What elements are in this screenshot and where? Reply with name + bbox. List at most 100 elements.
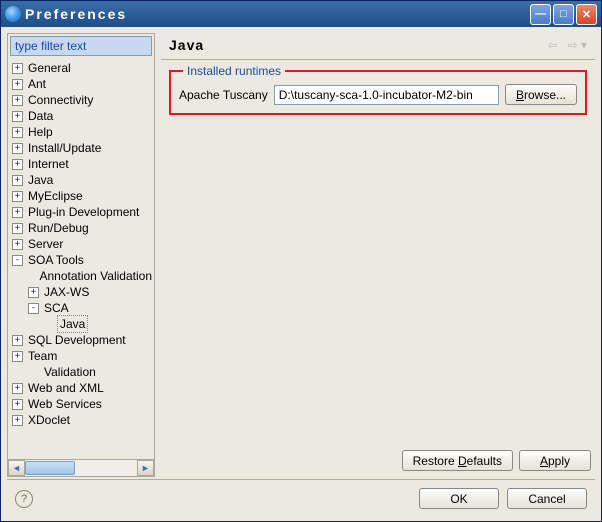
filter-input[interactable] [10, 36, 152, 56]
collapse-icon[interactable]: - [28, 303, 39, 314]
left-panel: +General+Ant+Connectivity+Data+Help+Inst… [7, 33, 155, 477]
tree-label: Install/Update [26, 140, 103, 156]
tree-label: JAX-WS [42, 284, 91, 300]
app-icon [5, 6, 21, 22]
tree-label: Web and XML [26, 380, 106, 396]
tree-item-plug-in-development[interactable]: +Plug-in Development [8, 204, 154, 220]
expand-icon[interactable]: + [12, 79, 23, 90]
expand-icon[interactable]: + [12, 351, 23, 362]
tree-item-run-debug[interactable]: +Run/Debug [8, 220, 154, 236]
tree-label: SCA [42, 300, 71, 316]
tree-item-annotation-validation[interactable]: Annotation Validation [8, 268, 154, 284]
tree-label: SOA Tools [26, 252, 86, 268]
page-content: Installed runtimes Apache Tuscany Browse… [161, 62, 595, 444]
tree-label: Help [26, 124, 55, 140]
tree-label: Validation [42, 364, 98, 380]
client-area: +General+Ant+Connectivity+Data+Help+Inst… [1, 27, 601, 521]
expand-icon[interactable]: + [28, 287, 39, 298]
scroll-right-button[interactable]: ► [137, 460, 154, 476]
collapse-icon[interactable]: - [12, 255, 23, 266]
minimize-button[interactable]: — [530, 4, 551, 25]
expand-icon[interactable]: + [12, 191, 23, 202]
scroll-track[interactable] [25, 460, 137, 476]
tree-item-data[interactable]: +Data [8, 108, 154, 124]
tree-item-web-services[interactable]: +Web Services [8, 396, 154, 412]
tree-item-java[interactable]: +Java [8, 172, 154, 188]
tree-label: SQL Development [26, 332, 128, 348]
tree-item-general[interactable]: +General [8, 60, 154, 76]
installed-runtimes-group: Installed runtimes Apache Tuscany Browse… [169, 70, 587, 115]
expand-icon[interactable]: + [12, 399, 23, 410]
tree-item-java[interactable]: Java [8, 316, 154, 332]
close-button[interactable]: ✕ [576, 4, 597, 25]
no-expander [28, 367, 39, 378]
expand-icon[interactable]: + [12, 111, 23, 122]
horizontal-scrollbar[interactable]: ◄ ► [8, 459, 154, 476]
expand-icon[interactable]: + [12, 143, 23, 154]
expand-icon[interactable]: + [12, 207, 23, 218]
tree-label: XDoclet [26, 412, 72, 428]
tree-label: MyEclipse [26, 188, 85, 204]
nav-arrows: ⇦ ⇨ ▾ [548, 38, 587, 52]
tree-item-sca[interactable]: -SCA [8, 300, 154, 316]
group-legend: Installed runtimes [183, 64, 285, 78]
expand-icon[interactable]: + [12, 335, 23, 346]
ok-button[interactable]: OK [419, 488, 499, 509]
tree-label: Java [58, 316, 87, 332]
runtime-path-input[interactable] [274, 85, 499, 105]
separator [161, 59, 595, 60]
tree-label: Connectivity [26, 92, 95, 108]
tree-item-server[interactable]: +Server [8, 236, 154, 252]
expand-icon[interactable]: + [12, 63, 23, 74]
tree-item-myeclipse[interactable]: +MyEclipse [8, 188, 154, 204]
footer-separator [7, 479, 595, 480]
tree-item-connectivity[interactable]: +Connectivity [8, 92, 154, 108]
forward-arrow-icon[interactable]: ⇨ ▾ [568, 38, 587, 52]
tree-label: Internet [26, 156, 71, 172]
back-arrow-icon[interactable]: ⇦ [548, 38, 558, 52]
expand-icon[interactable]: + [12, 159, 23, 170]
tree-item-ant[interactable]: +Ant [8, 76, 154, 92]
tree-label: Server [26, 236, 65, 252]
apply-button[interactable]: Apply [519, 450, 591, 471]
scroll-left-button[interactable]: ◄ [8, 460, 25, 476]
footer: ? OK Cancel [7, 482, 595, 515]
expand-icon[interactable]: + [12, 415, 23, 426]
right-panel: Java ⇦ ⇨ ▾ Installed runtimes Apache Tus… [161, 33, 595, 477]
tree-label: Plug-in Development [26, 204, 141, 220]
cancel-button[interactable]: Cancel [507, 488, 587, 509]
tree-label: Run/Debug [26, 220, 91, 236]
expand-icon[interactable]: + [12, 383, 23, 394]
tree-label: Team [26, 348, 59, 364]
expand-icon[interactable]: + [12, 239, 23, 250]
tree-item-soa-tools[interactable]: -SOA Tools [8, 252, 154, 268]
scroll-thumb[interactable] [25, 461, 75, 475]
window-title: Preferences [25, 6, 530, 22]
tree-label: General [26, 60, 73, 76]
tree-label: Java [26, 172, 55, 188]
browse-button[interactable]: Browse... [505, 84, 577, 105]
tree-item-install-update[interactable]: +Install/Update [8, 140, 154, 156]
tree-label: Data [26, 108, 55, 124]
expand-icon[interactable]: + [12, 175, 23, 186]
tree-item-web-and-xml[interactable]: +Web and XML [8, 380, 154, 396]
tree-item-team[interactable]: +Team [8, 348, 154, 364]
expand-icon[interactable]: + [12, 95, 23, 106]
tree-item-sql-development[interactable]: +SQL Development [8, 332, 154, 348]
tree-item-validation[interactable]: Validation [8, 364, 154, 380]
tree-item-jax-ws[interactable]: +JAX-WS [8, 284, 154, 300]
tree-item-internet[interactable]: +Internet [8, 156, 154, 172]
no-expander [28, 271, 34, 282]
help-icon[interactable]: ? [15, 490, 33, 508]
restore-defaults-button[interactable]: Restore Defaults [402, 450, 513, 471]
expand-icon[interactable]: + [12, 223, 23, 234]
preferences-dialog: Preferences — □ ✕ +General+Ant+Connectiv… [0, 0, 602, 522]
no-expander [44, 319, 55, 330]
maximize-button[interactable]: □ [553, 4, 574, 25]
preferences-tree[interactable]: +General+Ant+Connectivity+Data+Help+Inst… [8, 58, 154, 459]
tree-label: Annotation Validation [37, 268, 154, 284]
runtime-label: Apache Tuscany [179, 88, 268, 102]
tree-item-xdoclet[interactable]: +XDoclet [8, 412, 154, 428]
expand-icon[interactable]: + [12, 127, 23, 138]
tree-item-help[interactable]: +Help [8, 124, 154, 140]
